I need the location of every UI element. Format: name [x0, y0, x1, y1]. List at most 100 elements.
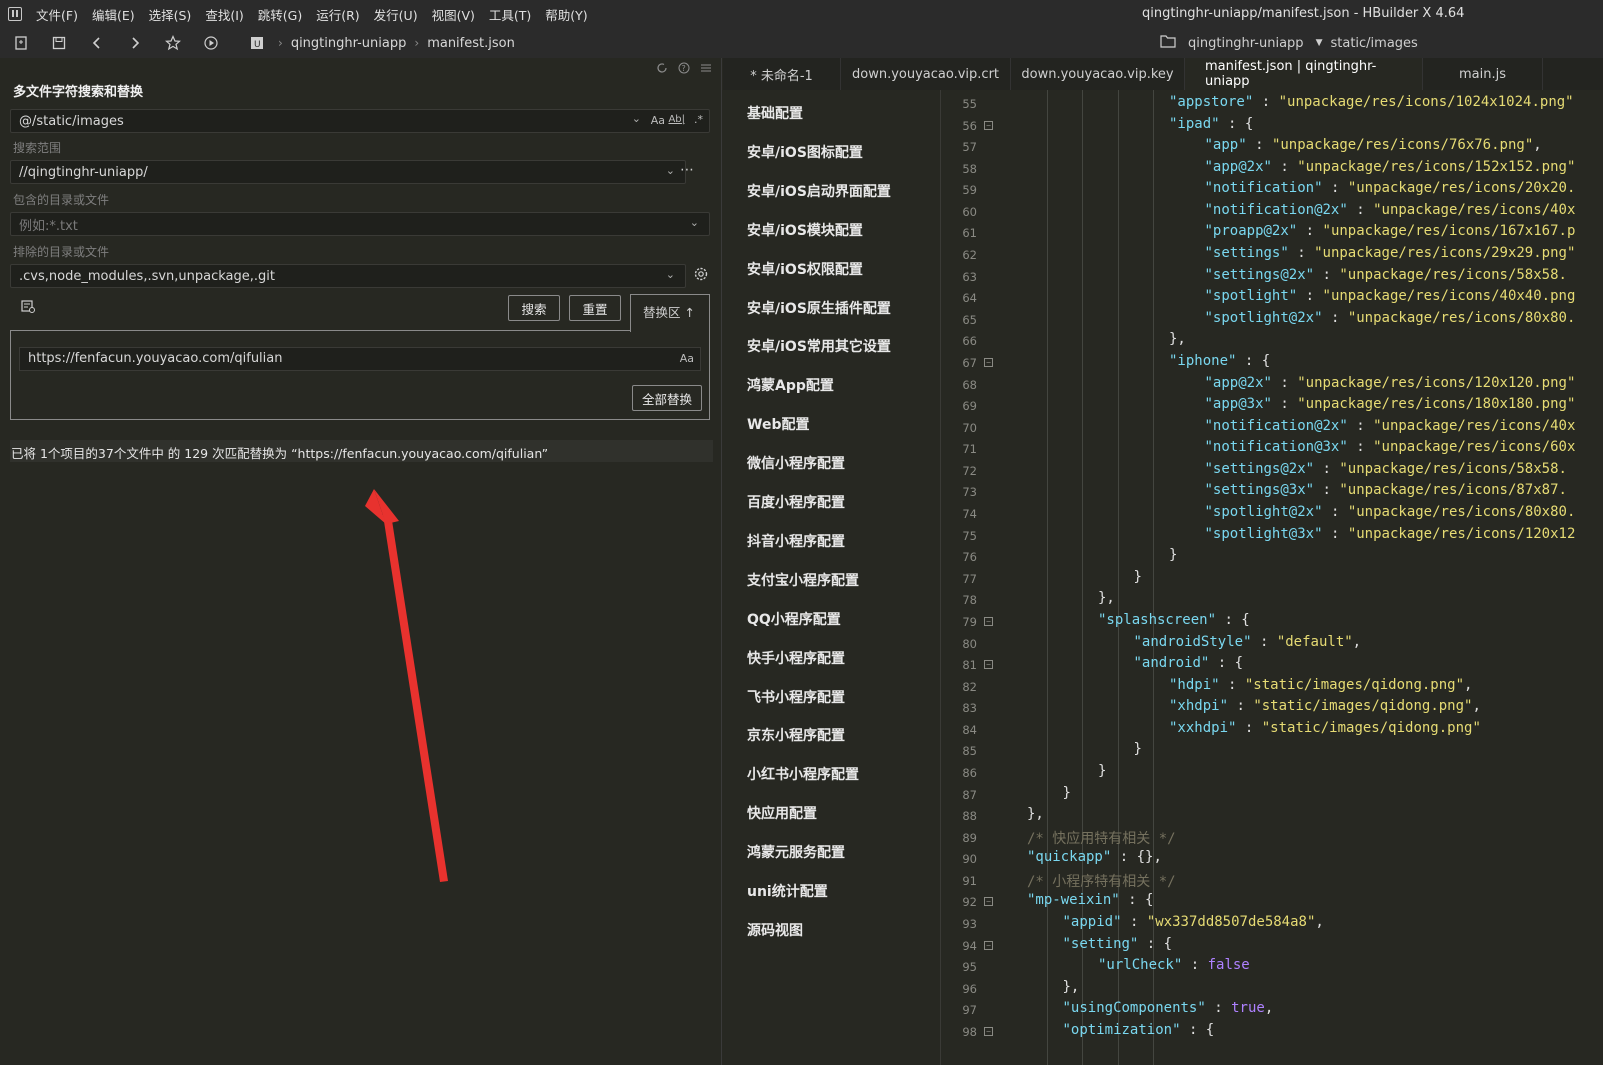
replace-input[interactable]: https://fenfacun.youyacao.com/qifulian A… — [19, 347, 701, 371]
match-case-icon[interactable]: Aa — [651, 114, 665, 127]
manifest-nav-item[interactable]: 百度小程序配置 — [747, 492, 845, 512]
menu-item[interactable]: 发行(U) — [374, 5, 418, 24]
menu-item[interactable]: 工具(T) — [489, 5, 531, 24]
code-line[interactable]: 56− "ipad" : { — [941, 115, 1603, 137]
manifest-nav-item[interactable]: 源码视图 — [747, 920, 803, 940]
code-line[interactable]: 64 "spotlight" : "unpackage/res/icons/40x… — [941, 287, 1603, 309]
run-icon[interactable] — [202, 34, 220, 52]
manifest-nav-item[interactable]: 小红书小程序配置 — [747, 764, 859, 784]
menu-item[interactable]: 查找(I) — [205, 5, 243, 24]
code-editor[interactable]: 55 "appstore" : "unpackage/res/icons/1024… — [941, 90, 1603, 1065]
editor-tab[interactable]: main.js — [1423, 58, 1543, 90]
code-line[interactable]: 92− "mp-weixin" : { — [941, 891, 1603, 913]
code-line[interactable]: 69 "app@3x" : "unpackage/res/icons/180x18… — [941, 395, 1603, 417]
manifest-nav-item[interactable]: 飞书小程序配置 — [747, 687, 845, 707]
manifest-nav-item[interactable]: 支付宝小程序配置 — [747, 570, 859, 590]
gear-icon[interactable] — [693, 266, 709, 286]
manifest-nav-item[interactable]: 鸿蒙App配置 — [747, 375, 834, 395]
replace-tab-toggle[interactable]: 替换区 ↑ — [630, 294, 710, 332]
code-line[interactable]: 57 "app" : "unpackage/res/icons/76x76.png… — [941, 136, 1603, 158]
menu-item[interactable]: 运行(R) — [316, 5, 359, 24]
menu-item[interactable]: 视图(V) — [432, 5, 475, 24]
code-line[interactable]: 98− "optimization" : { — [941, 1021, 1603, 1043]
fold-toggle-icon[interactable]: − — [984, 1026, 993, 1036]
fold-toggle-icon[interactable]: − — [984, 616, 993, 626]
code-line[interactable]: 75 "spotlight@3x" : "unpackage/res/icons/… — [941, 525, 1603, 547]
manifest-nav-item[interactable]: 安卓/iOS图标配置 — [747, 142, 863, 162]
code-line[interactable]: 93 "appid" : "wx337dd8507de584a8", — [941, 913, 1603, 935]
code-line[interactable]: 62 "settings" : "unpackage/res/icons/29x2… — [941, 244, 1603, 266]
fold-toggle-icon[interactable]: − — [984, 357, 993, 367]
explorer-path[interactable]: static/images — [1330, 36, 1417, 51]
more-icon[interactable]: ⋯ — [680, 162, 694, 178]
manifest-nav-item[interactable]: QQ小程序配置 — [747, 609, 841, 629]
new-file-icon[interactable] — [12, 34, 30, 52]
match-case-icon[interactable]: Aa — [680, 352, 694, 365]
back-icon[interactable] — [88, 34, 106, 52]
save-icon[interactable] — [50, 34, 68, 52]
search-history-icon[interactable] — [20, 298, 36, 318]
code-line[interactable]: 78}, — [941, 589, 1603, 611]
chevron-down-icon[interactable]: ⌄ — [632, 112, 641, 125]
exclude-input[interactable]: .cvs,node_modules,.svn,unpackage,.git ⌄ — [10, 264, 686, 288]
code-line[interactable]: 95 "urlCheck" : false — [941, 956, 1603, 978]
fold-toggle-icon[interactable]: − — [984, 897, 993, 907]
menu-item[interactable]: 选择(S) — [149, 5, 192, 24]
manifest-nav-item[interactable]: 鸿蒙元服务配置 — [747, 842, 845, 862]
code-line[interactable]: 58 "app@2x" : "unpackage/res/icons/152x15… — [941, 158, 1603, 180]
code-line[interactable]: 89 /* 快应用特有相关 */ — [941, 827, 1603, 849]
code-line[interactable]: 76} — [941, 546, 1603, 568]
search-button[interactable]: 搜索 — [508, 295, 560, 321]
code-line[interactable]: 72 "settings@2x" : "unpackage/res/icons/5… — [941, 460, 1603, 482]
forward-icon[interactable] — [126, 34, 144, 52]
code-line[interactable]: 87} — [941, 784, 1603, 806]
menu-icon[interactable] — [700, 62, 712, 77]
code-line[interactable]: 59 "notification" : "unpackage/res/icons/… — [941, 179, 1603, 201]
code-line[interactable]: 81− "android" : { — [941, 654, 1603, 676]
code-line[interactable]: 82 "hdpi" : "static/images/qidong.png", — [941, 676, 1603, 698]
editor-tab[interactable]: manifest.json | qingtinghr-uniapp — [1185, 58, 1423, 90]
search-input[interactable]: @/static/images ⌄ Aa Ab| .* — [10, 109, 710, 133]
code-line[interactable]: 84 "xxhdpi" : "static/images/qidong.png" — [941, 719, 1603, 741]
code-line[interactable]: 55 "appstore" : "unpackage/res/icons/1024… — [941, 93, 1603, 115]
code-line[interactable]: 60 "notification@2x" : "unpackage/res/ico… — [941, 201, 1603, 223]
reset-button[interactable]: 重置 — [569, 295, 621, 321]
manifest-nav-item[interactable]: 基础配置 — [747, 103, 803, 123]
editor-tab[interactable]: down.youyacao.vip.crt — [841, 58, 1011, 90]
manifest-nav-item[interactable]: 微信小程序配置 — [747, 453, 845, 473]
code-line[interactable]: 61 "proapp@2x" : "unpackage/res/icons/167… — [941, 222, 1603, 244]
breadcrumb-project[interactable]: qingtinghr-uniapp — [291, 36, 407, 51]
fold-toggle-icon[interactable]: − — [984, 120, 993, 130]
code-line[interactable]: 68 "app@2x" : "unpackage/res/icons/120x12… — [941, 374, 1603, 396]
scope-select[interactable]: //qingtinghr-uniapp/ ⌄ — [10, 160, 686, 184]
editor-tab[interactable]: down.youyacao.vip.key — [1011, 58, 1185, 90]
code-line[interactable]: 73 "settings@3x" : "unpackage/res/icons/8… — [941, 481, 1603, 503]
manifest-nav-item[interactable]: 安卓/iOS原生插件配置 — [747, 298, 891, 318]
code-line[interactable]: 83 "xhdpi" : "static/images/qidong.png", — [941, 697, 1603, 719]
manifest-nav-item[interactable]: uni统计配置 — [747, 881, 828, 901]
code-line[interactable]: 90 "quickapp" : {}, — [941, 848, 1603, 870]
code-line[interactable]: 65 "spotlight@2x" : "unpackage/res/icons/… — [941, 309, 1603, 331]
fold-toggle-icon[interactable]: − — [984, 940, 993, 950]
refresh-icon[interactable] — [656, 62, 668, 77]
manifest-nav-item[interactable]: 抖音小程序配置 — [747, 531, 845, 551]
code-line[interactable]: 63 "settings@2x" : "unpackage/res/icons/5… — [941, 266, 1603, 288]
code-line[interactable]: 71 "notification@3x" : "unpackage/res/ico… — [941, 438, 1603, 460]
match-word-icon[interactable]: Ab| — [668, 114, 685, 125]
menu-item[interactable]: 跳转(G) — [258, 5, 302, 24]
manifest-nav-item[interactable]: 安卓/iOS启动界面配置 — [747, 181, 891, 201]
manifest-nav-item[interactable]: 快手小程序配置 — [747, 648, 845, 668]
code-line[interactable]: 85} — [941, 740, 1603, 762]
manifest-nav-item[interactable]: 安卓/iOS权限配置 — [747, 259, 863, 279]
manifest-nav-item[interactable]: 京东小程序配置 — [747, 725, 845, 745]
code-line[interactable]: 74 "spotlight@2x" : "unpackage/res/icons/… — [941, 503, 1603, 525]
code-line[interactable]: 80 "androidStyle" : "default", — [941, 633, 1603, 655]
code-line[interactable]: 96}, — [941, 978, 1603, 1000]
replace-all-button[interactable]: 全部替换 — [632, 385, 702, 411]
code-line[interactable]: 70 "notification@2x" : "unpackage/res/ico… — [941, 417, 1603, 439]
star-icon[interactable] — [164, 34, 182, 52]
menu-item[interactable]: 编辑(E) — [92, 5, 135, 24]
code-line[interactable]: 86} — [941, 762, 1603, 784]
explorer-project[interactable]: qingtinghr-uniapp — [1188, 36, 1304, 51]
manifest-nav-item[interactable]: 安卓/iOS常用其它设置 — [747, 336, 891, 356]
